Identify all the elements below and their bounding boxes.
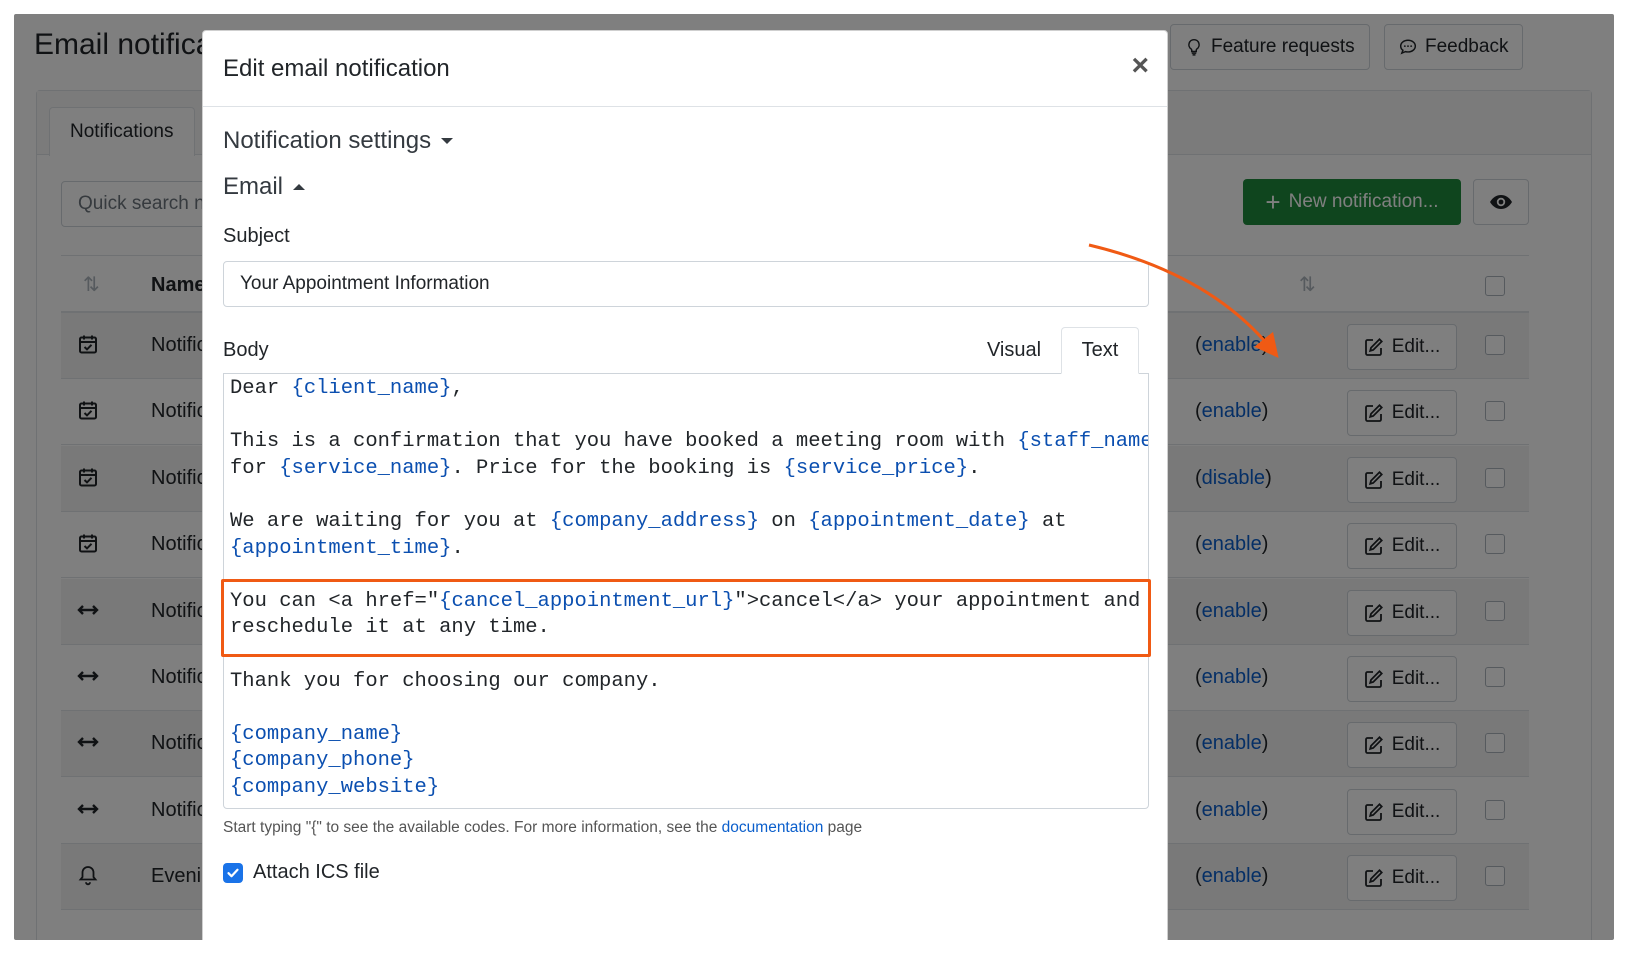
body-line: {appointment_time}. (230, 536, 1142, 563)
screenshot-frame: Email notifica Feature requests Feedback… (14, 14, 1614, 940)
email-section-toggle[interactable]: Email (223, 173, 306, 201)
body-line: for {service_name}. Price for the bookin… (230, 456, 1142, 483)
email-section-label: Email (223, 173, 284, 200)
body-line: This is a confirmation that you have boo… (230, 429, 1148, 456)
body-line: {company_website} (230, 775, 1142, 802)
body-text: for (230, 456, 280, 480)
edit-email-notification-modal: Edit email notification × Notification s… (202, 30, 1279, 940)
body-line: Dear {client_name}, (230, 376, 1142, 403)
placeholder-code: {service_name} (279, 456, 452, 480)
body-text: Thank you for choosing our company. (230, 669, 661, 693)
modal-header: Edit email notification × (203, 31, 1167, 107)
subject-input[interactable]: Your Appointment Information (223, 261, 1149, 307)
body-text: , (451, 377, 464, 400)
body-text: . (968, 456, 981, 480)
body-blank-line (230, 482, 1142, 509)
caret-up-icon (293, 184, 306, 190)
caret-down-icon (441, 138, 454, 144)
tab-text[interactable]: Text (1061, 327, 1139, 374)
notification-settings-toggle[interactable]: Notification settings (223, 127, 454, 155)
body-line: We are waiting for you at {company_addre… (230, 509, 1142, 536)
body-text: . Price for the booking is (451, 456, 784, 480)
body-line: Thank you for choosing our company. (230, 669, 1142, 696)
hint-text-before: Start typing "{" to see the available co… (223, 819, 722, 836)
notification-settings-label: Notification settings (223, 127, 432, 154)
close-icon[interactable]: × (1131, 51, 1149, 81)
body-line: {company_phone} (230, 748, 1142, 775)
checkmark-icon (227, 868, 239, 877)
codes-hint: Start typing "{" to see the available co… (223, 819, 862, 837)
hint-text-after: page (823, 819, 863, 836)
body-blank-line (230, 695, 1142, 722)
subject-label: Subject (223, 225, 290, 247)
placeholder-code: {company_website} (230, 775, 440, 799)
placeholder-code: {company_address} (549, 509, 759, 533)
placeholder-code: {appointment_time} (230, 536, 452, 560)
attach-ics-label: Attach ICS file (253, 861, 380, 883)
placeholder-code: {appointment_date} (808, 509, 1030, 533)
placeholder-code: {company_phone} (230, 749, 415, 773)
placeholder-code: {staff_name} (1017, 430, 1148, 454)
documentation-link[interactable]: documentation (722, 819, 824, 836)
highlight-box-annotation (221, 579, 1151, 657)
body-text: on (759, 509, 809, 533)
body-blank-line (230, 403, 1142, 430)
modal-title: Edit email notification (223, 55, 450, 82)
placeholder-code: {client_name} (291, 377, 452, 400)
body-text: We are waiting for you at (230, 509, 550, 533)
body-text: Dear (230, 377, 292, 400)
tab-visual[interactable]: Visual (969, 327, 1059, 373)
body-label: Body (223, 339, 269, 361)
body-text: This is a confirmation that you have boo… (230, 430, 1018, 454)
placeholder-code: {service_price} (783, 456, 969, 480)
attach-ics-checkbox[interactable] (223, 862, 243, 883)
body-line: {company_name} (230, 722, 1142, 749)
placeholder-code: {company_name} (230, 722, 403, 746)
body-text: . (451, 536, 464, 560)
body-text: at (1029, 509, 1067, 533)
attach-ics-option[interactable]: Attach ICS file (223, 861, 380, 884)
